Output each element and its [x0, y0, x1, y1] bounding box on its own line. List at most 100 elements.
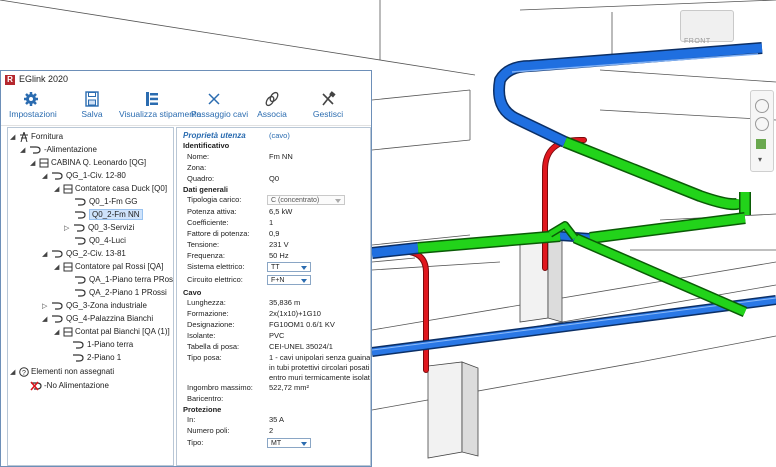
- expand-arrow-icon[interactable]: ▷: [64, 222, 73, 235]
- section-protezione: Protezione: [183, 405, 222, 414]
- collapse-arrow-icon[interactable]: ◢: [10, 366, 19, 379]
- fattore-label: Fattore di potenza:: [187, 229, 250, 238]
- isolante-value: PVC: [269, 331, 285, 340]
- window-title: EGlink 2020: [19, 74, 69, 84]
- tree-node-piano-terra[interactable]: 1-Piano terra: [72, 338, 133, 351]
- settings-label: Impostazioni: [9, 109, 57, 119]
- settings-button[interactable]: Impostazioni: [9, 91, 57, 123]
- supply-tree[interactable]: ◢ Fornitura ◢ -Alimentazione ◢ CABINA Q. Le…: [7, 127, 174, 466]
- collapse-arrow-icon[interactable]: ◢: [10, 131, 19, 144]
- green-trays: [417, 136, 751, 318]
- tipo-posa-line-1: 1 - cavi unipolari senza guaina: [269, 353, 371, 362]
- tree-node-q0-4[interactable]: Q0_4-Luci: [74, 234, 126, 247]
- chevron-down-icon[interactable]: ▾: [758, 155, 762, 164]
- isolante-label: Isolante:: [187, 331, 216, 340]
- sistema-select[interactable]: TT: [267, 262, 311, 272]
- view-fill-button[interactable]: Visualizza stipamento: [119, 91, 201, 123]
- save-button[interactable]: Salva: [75, 91, 109, 123]
- cable-icon: [75, 237, 86, 245]
- in-label: In:: [187, 415, 196, 424]
- cable-icon: [75, 276, 86, 284]
- tree-node-contatore-duck[interactable]: ◢ Contatore casa Duck [Q0]: [54, 182, 167, 195]
- cable-passage-button[interactable]: Passaggio cavi: [191, 91, 249, 123]
- tree-node-contat-bianchi[interactable]: ◢ Contat pal Bianchi [QA (1)]: [54, 325, 170, 338]
- quadro-value: Q0: [269, 174, 280, 183]
- tree-node-q0-3[interactable]: ▷ Q0_3-Servizi: [64, 221, 134, 234]
- switchboard-icon: [63, 327, 73, 337]
- collapse-arrow-icon[interactable]: ◢: [54, 326, 63, 339]
- tree-label: QA_2-Piano 1 PRossi: [89, 288, 167, 297]
- question-icon: ?: [19, 367, 29, 377]
- tree-label: -Alimentazione: [44, 145, 97, 154]
- tree-label: Q0_3-Servizi: [88, 223, 135, 232]
- toolbar: Impostazioni Salva Visualizza stipamento…: [1, 89, 371, 126]
- zoom-icon[interactable]: [755, 117, 769, 131]
- cable-icon: [73, 341, 84, 349]
- collapse-arrow-icon[interactable]: ◢: [42, 170, 51, 183]
- tree-label: QG_4-Palazzina Bianchi: [66, 314, 154, 323]
- tree-node-qg1[interactable]: ◢ QG_1-Civ. 12-80: [42, 169, 126, 182]
- collapse-arrow-icon[interactable]: ◢: [54, 261, 63, 274]
- tree-node-q0-2[interactable]: Q0_2-Fm NN: [74, 208, 143, 221]
- tree-node-fornitura[interactable]: ◢ Fornitura: [10, 130, 63, 143]
- tree-node-non-assegnati[interactable]: ◢? Elementi non assegnati: [10, 365, 114, 378]
- no-power-icon: [30, 381, 42, 391]
- collapse-arrow-icon[interactable]: ◢: [20, 144, 29, 157]
- cable-icon: [52, 250, 63, 258]
- cable-icon: [52, 172, 63, 180]
- tree-node-piano-1[interactable]: 2-Piano 1: [72, 351, 121, 364]
- navigation-bar[interactable]: ▾: [750, 90, 774, 172]
- zona-label: Zona:: [187, 163, 207, 172]
- collapse-arrow-icon[interactable]: ◢: [30, 157, 39, 170]
- in-value: 35 A: [269, 415, 285, 424]
- tree-label: QG_2-Civ. 13-81: [66, 249, 126, 258]
- link-icon: [265, 91, 279, 107]
- circuito-select[interactable]: F+N: [267, 275, 311, 285]
- designazione-label: Designazione:: [187, 320, 235, 329]
- title-bar: R EGlink 2020: [1, 71, 371, 89]
- tipologia-select[interactable]: C (concentrato): [267, 195, 345, 205]
- quadro-label: Quadro:: [187, 174, 215, 183]
- tree-node-qg4[interactable]: ◢ QG_4-Palazzina Bianchi: [42, 312, 153, 325]
- tree-node-cabina[interactable]: ◢ CABINA Q. Leonardo [QG]: [30, 156, 146, 169]
- tree-node-alimentazione[interactable]: ◢ -Alimentazione: [20, 143, 97, 156]
- tree-label: 2-Piano 1: [87, 353, 122, 362]
- formazione-value: 2x(1x10)+1G10: [269, 309, 321, 318]
- tree-node-qg3[interactable]: ▷ QG_3-Zona industriale: [42, 299, 147, 312]
- tree-label: 1-Piano terra: [87, 340, 134, 349]
- app-icon: R: [5, 75, 15, 85]
- tipo-select[interactable]: MT: [267, 438, 311, 448]
- tree-node-q0-1[interactable]: Q0_1-Fm GG: [74, 195, 137, 208]
- associate-button[interactable]: Associa: [255, 91, 289, 123]
- switchboard-icon: [63, 262, 73, 272]
- tree-node-qa1[interactable]: QA_1-Piano terra PRossi: [74, 273, 173, 286]
- tower-icon: [20, 131, 28, 142]
- tree-label: QG_1-Civ. 12-80: [66, 171, 126, 180]
- tree-node-contatore-rossi[interactable]: ◢ Contatore pal Rossi [QA]: [54, 260, 163, 273]
- tipologia-label: Tipologia carico:: [187, 195, 242, 204]
- svg-text:?: ?: [22, 370, 26, 377]
- cable-passage-label: Passaggio cavi: [191, 109, 249, 119]
- cable-icon: [75, 211, 86, 219]
- tipo-posa-line-2: in tubi protettivi circolari posati: [269, 363, 370, 372]
- collapse-arrow-icon[interactable]: ◢: [54, 183, 63, 196]
- tools-icon: [322, 91, 336, 106]
- tree-label: Q0_4-Luci: [89, 236, 126, 245]
- steering-wheel-icon[interactable]: [755, 99, 769, 113]
- collapse-arrow-icon[interactable]: ◢: [42, 248, 51, 261]
- tipo-label: Tipo:: [187, 438, 204, 447]
- zoom-region-icon[interactable]: [756, 139, 766, 149]
- tree-label-selected: Q0_2-Fm NN: [89, 209, 143, 220]
- tree-node-no-alimentazione[interactable]: -No Alimentazione: [30, 379, 109, 392]
- poli-value: 2: [269, 426, 274, 435]
- section-identificativo: Identificativo: [183, 141, 230, 150]
- ingombro-value: 522,72 mm²: [269, 383, 310, 392]
- cable-icon: [75, 289, 86, 297]
- cable-icon: [74, 224, 85, 232]
- collapse-arrow-icon[interactable]: ◢: [42, 313, 51, 326]
- cable-icon: [75, 198, 86, 206]
- tree-node-qg2[interactable]: ◢ QG_2-Civ. 13-81: [42, 247, 126, 260]
- manage-button[interactable]: Gestisci: [309, 91, 347, 123]
- tree-node-qa2[interactable]: QA_2-Piano 1 PRossi: [74, 286, 167, 299]
- lunghezza-label: Lunghezza:: [187, 298, 226, 307]
